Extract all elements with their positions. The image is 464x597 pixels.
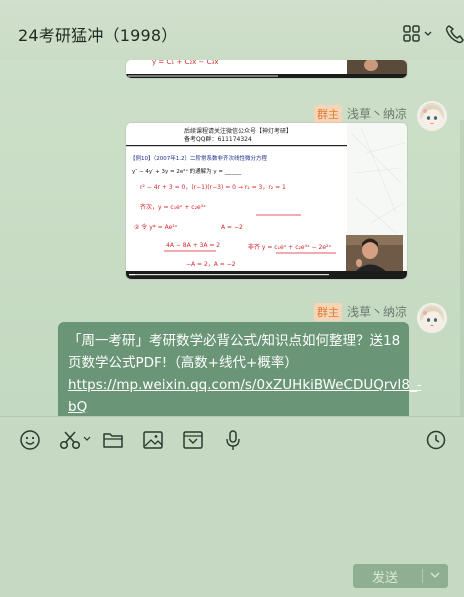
- sender-name[interactable]: 浅草丶纳凉: [347, 107, 407, 121]
- sender-label: 群主 浅草丶纳凉: [313, 303, 407, 321]
- owner-badge: 群主: [313, 303, 342, 321]
- send-divider: [422, 569, 423, 583]
- message-text: 「周一考研」考研数学必背公式/知识点如何整理？送18页数学公式PDF!（高数+线…: [68, 333, 401, 371]
- text-message-bubble[interactable]: 「周一考研」考研数学必背公式/知识点如何整理？送18页数学公式PDF!（高数+线…: [58, 322, 422, 416]
- sender-label: 群主 浅草丶纳凉: [313, 105, 407, 123]
- message-input-area[interactable]: 发送: [0, 417, 464, 597]
- thumb-step: 4A − 8A + 3A = 2: [166, 242, 220, 249]
- scrollbar[interactable]: [460, 120, 464, 416]
- chat-header: 24考研猛冲（1998）: [0, 0, 464, 64]
- microphone-icon[interactable]: [222, 429, 244, 451]
- mini-program-icon[interactable]: [182, 429, 204, 451]
- thumb-step: ② 令 y* = Ae²ˣ: [134, 223, 178, 231]
- thumb-step: −A = 2，A = −2: [186, 261, 236, 268]
- thumb-equation: y″ − 4y′ + 3y = 2e²ˣ 的通解为 y = ______: [132, 167, 242, 175]
- apps-grid-icon[interactable]: [403, 24, 433, 44]
- emoji-icon[interactable]: [19, 429, 41, 451]
- video-message-thumbnail[interactable]: 后续课程请关注微信公众号【神灯考研】 备考QQ群：611174324 【例10】…: [126, 123, 407, 279]
- video-message-thumbnail[interactable]: y = C₁ + C₂x − C₃x: [126, 60, 407, 78]
- svg-text:y = C₁ + C₂x − C₃x: y = C₁ + C₂x − C₃x: [152, 60, 218, 66]
- thumb-step: r² − 4r + 3 = 0，(r−1)(r−3) = 0 → r₁ = 3，…: [140, 184, 286, 191]
- thumb-header-line2: 备考QQ群：611174324: [184, 135, 252, 143]
- avatar[interactable]: [417, 101, 447, 131]
- owner-badge: 群主: [313, 105, 342, 123]
- send-label: 发送: [372, 571, 399, 586]
- thumb-problem: 【例10】（2007年1.2）二阶常系数非齐次线性微分方程: [130, 154, 267, 162]
- sender-name[interactable]: 浅草丶纳凉: [347, 305, 407, 319]
- image-icon[interactable]: [142, 429, 164, 451]
- send-button[interactable]: 发送: [353, 564, 448, 588]
- chevron-down-icon[interactable]: [429, 567, 441, 587]
- phone-icon[interactable]: [445, 24, 464, 44]
- thumb-header-line1: 后续课程请关注微信公众号【神灯考研】: [184, 127, 292, 135]
- message-link[interactable]: https://mp.weixin.qq.com/s/0xZUHkiBWeCDU…: [68, 377, 422, 415]
- message-list[interactable]: y = C₁ + C₂x − C₃x 群主 浅草丶纳凉 后续课程请关注微信公众号…: [0, 60, 464, 416]
- history-icon[interactable]: [425, 429, 447, 451]
- thumb-answer: 非齐 y = c₁eˣ + c₂e³ˣ − 2e²ˣ: [248, 243, 331, 251]
- thumb-step: A = −2: [221, 224, 243, 231]
- folder-icon[interactable]: [102, 429, 124, 451]
- scissors-icon[interactable]: [58, 429, 92, 451]
- thumb-step: 齐次，y = c₁eˣ + c₂e³ˣ: [140, 203, 206, 211]
- chat-title[interactable]: 24考研猛冲（1998）: [18, 22, 177, 46]
- avatar[interactable]: [417, 303, 447, 333]
